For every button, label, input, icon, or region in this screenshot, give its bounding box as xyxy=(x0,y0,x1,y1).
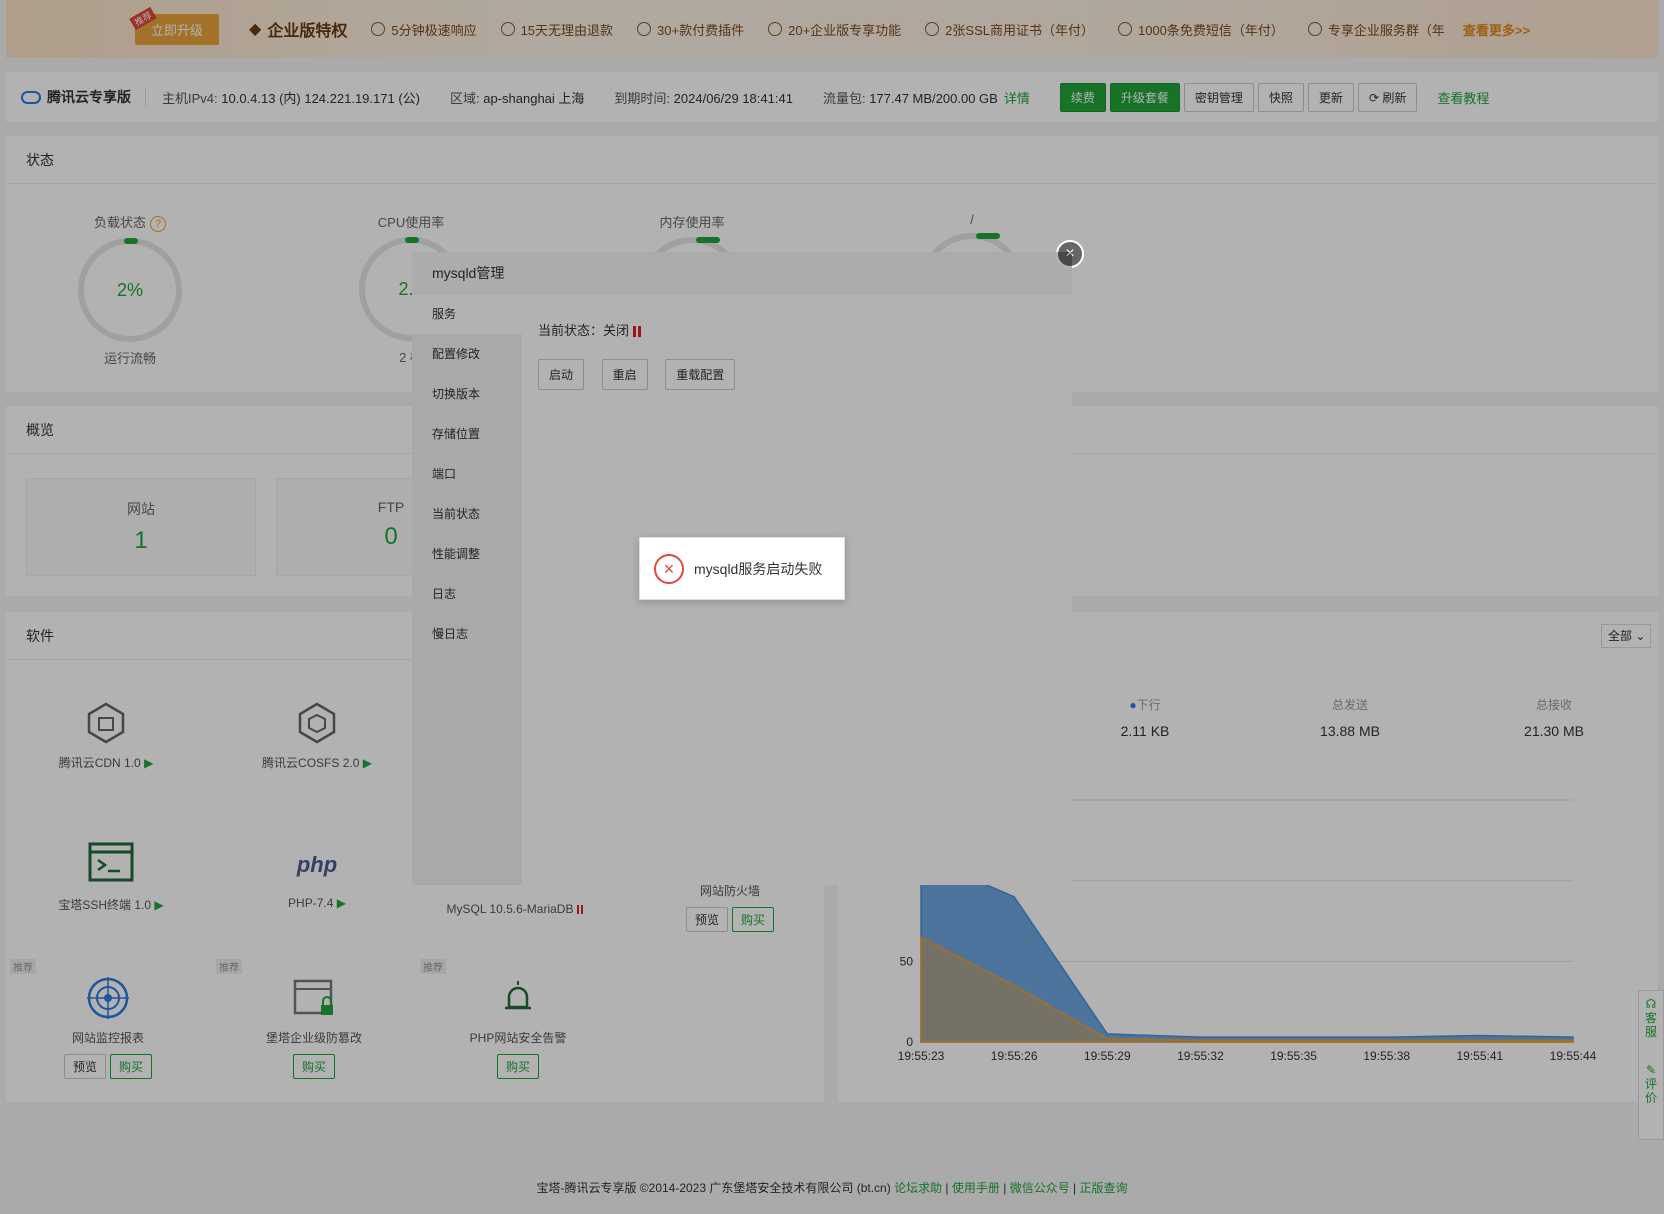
error-toast: × mysqld服务启动失败 xyxy=(639,537,845,600)
error-icon: × xyxy=(654,553,684,584)
toast-message: mysqld服务启动失败 xyxy=(694,560,823,577)
